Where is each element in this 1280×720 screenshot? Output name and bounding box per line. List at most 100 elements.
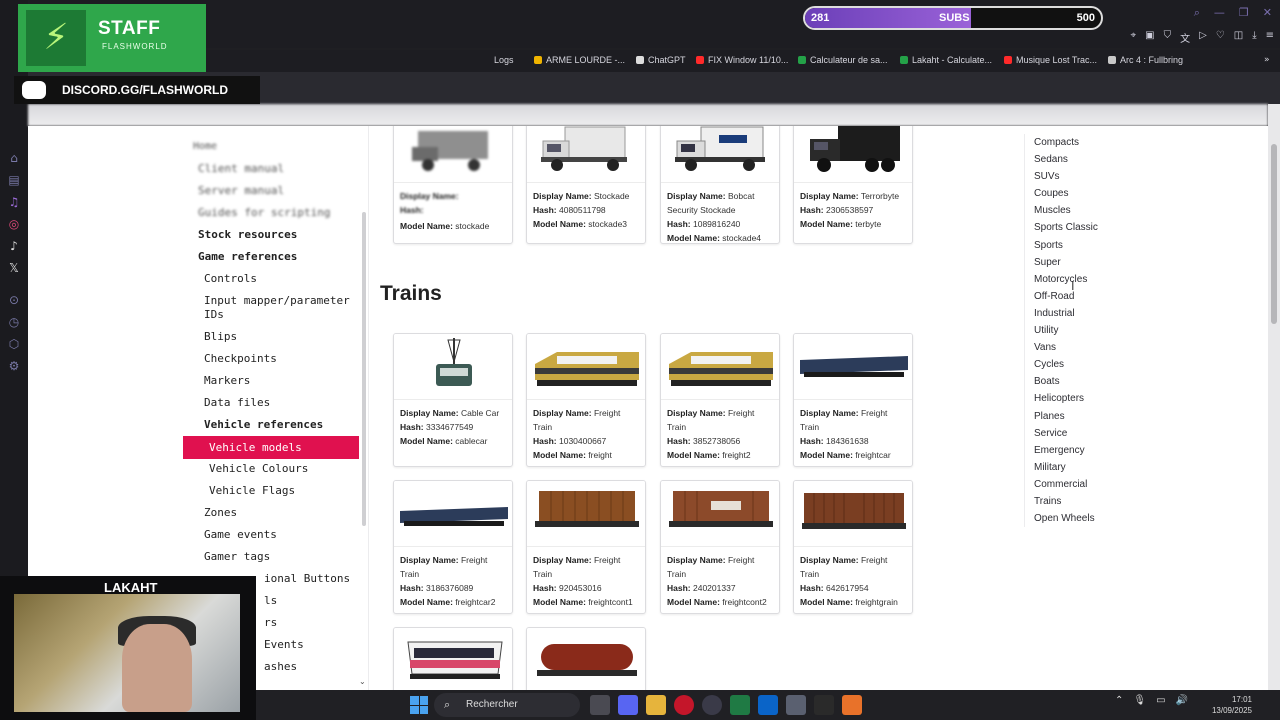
- class-link[interactable]: Service: [1034, 425, 1224, 442]
- class-link[interactable]: Super: [1034, 254, 1224, 271]
- nav-item-vehicle-models[interactable]: Vehicle models: [183, 436, 359, 459]
- nav-item-stock-resources[interactable]: Stock resources: [198, 228, 297, 242]
- page-scrollbar-thumb[interactable]: [1271, 144, 1277, 324]
- discord-app-icon[interactable]: [618, 695, 638, 715]
- class-link[interactable]: Emergency: [1034, 442, 1224, 459]
- nav-item-input-mapper[interactable]: Input mapper/parameter: [204, 294, 350, 308]
- history-icon[interactable]: ◷: [6, 314, 22, 330]
- volume-icon[interactable]: 🔊: [1176, 695, 1188, 706]
- class-link[interactable]: Military: [1034, 459, 1224, 476]
- heart-icon[interactable]: ♡: [1216, 30, 1225, 45]
- bookmark[interactable]: Calculateur de sa...: [798, 55, 888, 65]
- music-icon[interactable]: ♫: [6, 194, 22, 210]
- class-link[interactable]: Motorcycles: [1034, 271, 1224, 288]
- class-link[interactable]: Sedans: [1034, 151, 1224, 168]
- tabs-icon[interactable]: ▤: [6, 172, 22, 188]
- bookmark[interactable]: FIX Window 11/10...: [696, 55, 788, 65]
- nav-item-zones[interactable]: Zones: [204, 506, 237, 520]
- app-icon[interactable]: [842, 695, 862, 715]
- class-link[interactable]: Utility: [1034, 322, 1224, 339]
- nav-item-blips[interactable]: Blips: [204, 330, 237, 344]
- instagram-icon[interactable]: ◎: [6, 216, 22, 232]
- shield-icon[interactable]: ⛉: [1164, 30, 1172, 45]
- menu-icon[interactable]: ≡: [1266, 30, 1274, 45]
- home-icon[interactable]: ⌂: [6, 150, 22, 166]
- bookmark[interactable]: Musique Lost Trac...: [1004, 55, 1097, 65]
- nav-item-gamer-tags[interactable]: Gamer tags: [204, 550, 270, 564]
- nav-item-input-mapper-ids[interactable]: IDs: [204, 308, 224, 322]
- extensions-icon[interactable]: ⬡: [6, 336, 22, 352]
- page-scrollbar[interactable]: [1268, 104, 1280, 690]
- bookmark[interactable]: Arc 4 : Fullbring: [1108, 55, 1183, 65]
- network-icon[interactable]: ▭: [1156, 695, 1165, 706]
- taskbar-search[interactable]: ⌕ Rechercher: [434, 693, 580, 717]
- obs-icon[interactable]: [702, 695, 722, 715]
- class-link[interactable]: Commercial: [1034, 476, 1224, 493]
- download-icon[interactable]: ⤓: [1252, 30, 1256, 45]
- vehicle-card[interactable]: [526, 627, 646, 690]
- vehicle-card[interactable]: Display Name: Cable Car Hash: 3334677549…: [393, 333, 513, 467]
- maximize-icon[interactable]: ❐: [1239, 6, 1249, 20]
- clock[interactable]: 17:01 13/09/2025: [1212, 694, 1252, 716]
- excel-icon[interactable]: [730, 695, 750, 715]
- nav-item-blurred[interactable]: Server manual: [198, 184, 284, 198]
- translate-icon[interactable]: 文: [1180, 30, 1190, 45]
- nav-item-partial[interactable]: ional Buttons: [264, 572, 350, 586]
- vehicle-card[interactable]: [393, 627, 513, 690]
- class-link[interactable]: Sports Classic: [1034, 219, 1224, 236]
- microphone-icon[interactable]: 🎙: [1133, 695, 1146, 706]
- nav-item-controls[interactable]: Controls: [204, 272, 257, 286]
- sidebar-scrollbar[interactable]: [362, 212, 366, 526]
- nav-item-vehicle-references[interactable]: Vehicle references: [204, 418, 323, 432]
- tiktok-icon[interactable]: ♪: [6, 238, 22, 254]
- class-link[interactable]: SUVs: [1034, 168, 1224, 185]
- nav-item-vehicle-flags[interactable]: Vehicle Flags: [209, 484, 295, 498]
- player-icon[interactable]: ⊙: [6, 292, 22, 308]
- outlook-icon[interactable]: [758, 695, 778, 715]
- class-link[interactable]: Cycles: [1034, 356, 1224, 373]
- settings-icon[interactable]: [786, 695, 806, 715]
- class-link[interactable]: Planes: [1034, 408, 1224, 425]
- vehicle-card[interactable]: Display Name: Stockade Hash: 4080511798 …: [526, 126, 646, 244]
- nav-item-vehicle-colours[interactable]: Vehicle Colours: [209, 462, 308, 476]
- class-link[interactable]: Helicopters: [1034, 390, 1224, 407]
- class-link[interactable]: Muscles: [1034, 202, 1224, 219]
- vehicle-card[interactable]: Display Name: Bobcat Security Stockade H…: [660, 126, 780, 244]
- class-link[interactable]: Open Wheels: [1034, 510, 1224, 527]
- scroll-down-icon[interactable]: ⌄: [359, 677, 366, 686]
- more-bookmarks-icon[interactable]: »: [1264, 55, 1270, 65]
- vehicle-card[interactable]: Display Name: Freight Train Hash: 103040…: [526, 333, 646, 467]
- vehicle-card[interactable]: Display Name: Hash: Model Name: stockade: [393, 126, 513, 244]
- class-link[interactable]: Trains: [1034, 493, 1224, 510]
- class-link[interactable]: Vans: [1034, 339, 1224, 356]
- nav-item-partial[interactable]: rs: [264, 616, 277, 630]
- close-icon[interactable]: ✕: [1263, 6, 1272, 20]
- vehicle-card[interactable]: Display Name: Freight Train Hash: 920453…: [526, 480, 646, 614]
- nav-item-markers[interactable]: Markers: [204, 374, 250, 388]
- wallet-icon[interactable]: ◫: [1234, 30, 1243, 45]
- search-icon[interactable]: ⌕: [1194, 6, 1200, 20]
- logitech-icon[interactable]: [814, 695, 834, 715]
- nav-item-checkpoints[interactable]: Checkpoints: [204, 352, 277, 366]
- x-icon[interactable]: 𝕏: [6, 260, 22, 276]
- vehicle-card[interactable]: Display Name: Freight Train Hash: 318637…: [393, 480, 513, 614]
- bookmark[interactable]: ChatGPT: [636, 55, 686, 65]
- vehicle-card[interactable]: Display Name: Freight Train Hash: 642617…: [793, 480, 913, 614]
- vehicle-card[interactable]: Display Name: Freight Train Hash: 240201…: [660, 480, 780, 614]
- vehicle-card[interactable]: Display Name: Freight Train Hash: 385273…: [660, 333, 780, 467]
- play-icon[interactable]: ▷: [1199, 30, 1207, 45]
- class-link[interactable]: Off-Road: [1034, 288, 1224, 305]
- nav-item-data-files[interactable]: Data files: [204, 396, 270, 410]
- bookmark[interactable]: Logs: [494, 55, 514, 65]
- folder-icon[interactable]: [646, 695, 666, 715]
- class-link[interactable]: Sports: [1034, 237, 1224, 254]
- minimize-icon[interactable]: —: [1214, 6, 1225, 20]
- nav-item-blurred[interactable]: Guides for scripting: [198, 206, 330, 220]
- settings-icon[interactable]: ⚙: [6, 358, 22, 374]
- bookmark[interactable]: Lakaht - Calculate...: [900, 55, 992, 65]
- task-view-icon[interactable]: [590, 695, 610, 715]
- nav-item-blurred[interactable]: Home: [193, 140, 217, 154]
- nav-item-game-events[interactable]: Game events: [204, 528, 277, 542]
- nav-item-partial[interactable]: Events: [264, 638, 304, 652]
- screenshot-icon[interactable]: ▣: [1145, 30, 1154, 45]
